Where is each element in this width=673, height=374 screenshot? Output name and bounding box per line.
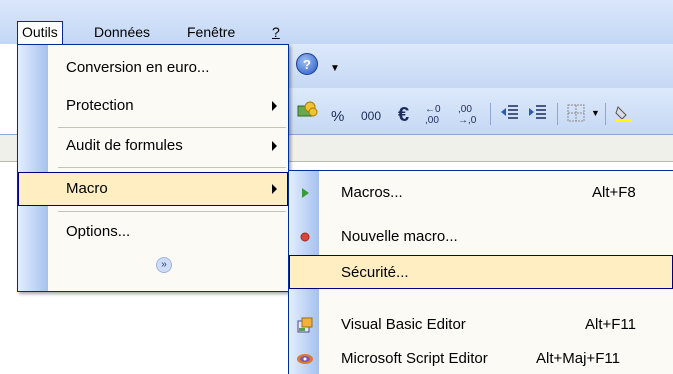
menu-separator [58, 211, 286, 212]
decrease-indent-icon[interactable] [500, 103, 520, 123]
increase-indent-icon[interactable] [528, 103, 548, 123]
submenu-item-label: Sécurité... [341, 264, 409, 281]
script-editor-icon [297, 354, 313, 364]
chevron-double-down-icon[interactable]: » [156, 257, 172, 273]
menu-item-protection[interactable]: Protection [18, 89, 288, 125]
submenu-arrow-icon [272, 141, 277, 151]
submenu-item-label: Microsoft Script Editor [341, 350, 488, 367]
menu-item-options[interactable]: Options... [18, 215, 288, 251]
menu-outils-label: Outils [22, 24, 58, 40]
toolbar-separator [557, 103, 558, 125]
menu-help[interactable]: ? [268, 21, 284, 43]
fill-color-icon[interactable] [614, 103, 634, 123]
submenu-item-label: Nouvelle macro... [341, 228, 458, 245]
submenu-item-label: Visual Basic Editor [341, 316, 466, 333]
menu-item-label: Protection [66, 97, 134, 114]
outils-menu: Conversion en euro... Protection Audit d… [17, 44, 289, 292]
menu-bar: Outils Données Fenêtre ? [0, 0, 673, 44]
menu-item-macro[interactable]: Macro [18, 172, 288, 206]
submenu-item-visual-basic-editor[interactable]: Visual Basic Editor Alt+F11 [289, 307, 673, 343]
menu-item-label: Macro [66, 180, 108, 197]
menu-outils[interactable]: Outils [17, 21, 63, 44]
currency-style-icon[interactable] [296, 100, 318, 120]
increase-decimal-button[interactable]: ←0 ,00 [425, 104, 449, 126]
submenu-item-securite[interactable]: Sécurité... [289, 255, 673, 289]
toolbar-separator [605, 103, 606, 125]
menu-donnees-label: Données [94, 24, 151, 40]
submenu-item-label: Macros... [341, 184, 403, 201]
submenu-arrow-icon [272, 101, 277, 111]
borders-dropdown-icon[interactable]: ▼ [591, 108, 600, 118]
menu-donnees[interactable]: Données [90, 21, 154, 43]
euro-button[interactable]: € [398, 104, 409, 127]
help-icon[interactable]: ? [296, 53, 318, 75]
play-icon [302, 188, 309, 198]
toolbar-separator [490, 103, 491, 125]
shortcut-label: Alt+Maj+F11 [536, 350, 620, 367]
vb-editor-icon [297, 317, 313, 333]
menu-separator [58, 167, 286, 168]
menu-separator [58, 127, 286, 128]
record-icon [300, 232, 310, 242]
menu-fenetre[interactable]: Fenêtre [183, 21, 239, 43]
submenu-item-macros[interactable]: Macros... Alt+F8 [289, 175, 673, 211]
submenu-item-nouvelle-macro[interactable]: Nouvelle macro... [289, 219, 673, 255]
menu-fenetre-label: Fenêtre [187, 24, 236, 40]
shortcut-label: Alt+F8 [592, 184, 636, 201]
borders-icon[interactable] [566, 103, 586, 123]
menu-item-conversion-euro[interactable]: Conversion en euro... [18, 51, 288, 87]
shortcut-label: Alt+F11 [585, 316, 636, 333]
menu-item-label: Conversion en euro... [66, 59, 210, 76]
menu-item-label: Options... [66, 223, 131, 240]
toolbar-options-icon[interactable]: ▼ [330, 63, 340, 74]
standard-toolbar [288, 44, 673, 88]
submenu-item-microsoft-script-editor[interactable]: Microsoft Script Editor Alt+Maj+F11 [289, 341, 673, 374]
menu-help-label: ? [272, 24, 280, 40]
submenu-arrow-icon [272, 184, 277, 194]
macro-submenu: Macros... Alt+F8 Nouvelle macro... Sécur… [288, 170, 673, 374]
percent-style-button[interactable]: % [331, 108, 344, 125]
decrease-decimal-button[interactable]: ,00 →,0 [458, 104, 482, 126]
menu-item-label: Audit de formules [66, 137, 183, 154]
thousands-separator-button[interactable]: 000 [361, 109, 381, 123]
menu-item-audit-formules[interactable]: Audit de formules [18, 129, 288, 165]
